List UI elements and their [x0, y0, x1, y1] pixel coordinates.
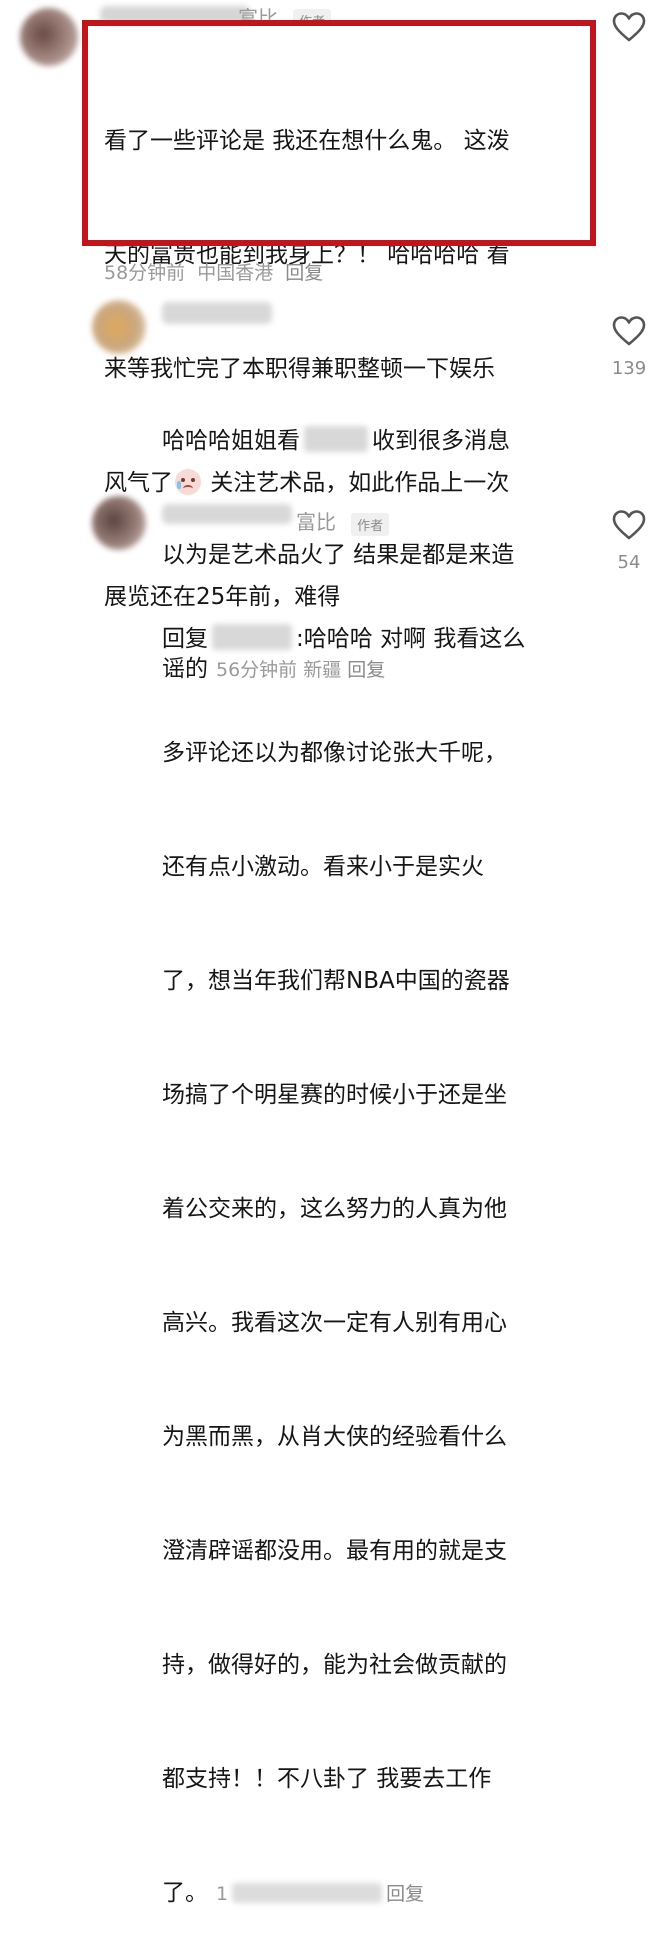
comment-line: 了。 1 回复 [162, 1880, 425, 1906]
comment-line: 哈哈哈姐姐看 收到很多消息 [162, 426, 510, 454]
blurred-username [162, 504, 292, 524]
heart-outline-icon[interactable] [612, 510, 646, 540]
blurred-username [162, 302, 272, 324]
like-count: 139 [611, 358, 647, 379]
like-count: 54 [617, 552, 641, 573]
comment-line: 为黑而黑，从肖大侠的经验看什么 [162, 1424, 507, 1450]
avatar[interactable] [92, 496, 146, 550]
comment-line: 场搞了个明星赛的时候小于还是坐 [162, 1082, 507, 1108]
reply-button[interactable]: 回复 [285, 262, 323, 284]
comment-line: 着公交来的，这么努力的人真为他 [162, 1196, 507, 1222]
comment-line: 还有点小激动。看来小于是实火 [162, 854, 484, 880]
comment-line: 都支持！！不八卦了 我要去工作 [162, 1766, 492, 1792]
reply-button[interactable]: 回复 [386, 1883, 424, 1905]
comment-line: 持，做得好的，能为社会做贡献的 [162, 1652, 507, 1678]
author-tag: 作者 [351, 513, 390, 536]
comment-line: 回复:哈哈哈 对啊 我看这么 [162, 624, 526, 652]
comment-line: 了，想当年我们帮NBA中国的瓷器 [162, 968, 510, 994]
comment-line: 多评论还以为都像讨论张大千呢， [162, 740, 507, 766]
username-visible[interactable]: 富比 作者 [238, 2, 332, 22]
blurred-meta [232, 1883, 383, 1903]
blurred-mention [212, 624, 292, 650]
comment-time: 58分钟前 [104, 262, 186, 284]
comment-author-name[interactable]: 富比 [296, 510, 336, 534]
comment-meta: 58分钟前 中国香港 回复 [104, 258, 323, 285]
comment-line: 澄清辟谣都没用。最有用的就是支 [162, 1538, 507, 1564]
comment-location: 中国香港 [197, 262, 274, 284]
username-visible[interactable]: 富比 作者 [296, 506, 390, 536]
highlight-box [82, 20, 596, 246]
heart-outline-icon[interactable] [612, 316, 646, 346]
heart-outline-icon[interactable] [612, 12, 646, 42]
avatar[interactable] [92, 300, 146, 354]
blurred-mention [304, 426, 368, 452]
avatar[interactable] [20, 8, 78, 66]
comment-time: 1 [216, 1883, 229, 1905]
comment-text: 回复:哈哈哈 对啊 我看这么 多评论还以为都像讨论张大千呢， 还有点小激动。看来… [162, 544, 592, 1951]
comment-line: 高兴。我看这次一定有人别有用心 [162, 1310, 507, 1336]
